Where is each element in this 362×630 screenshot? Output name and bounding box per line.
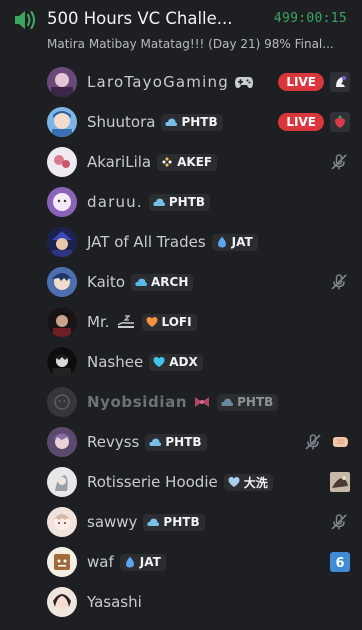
- member-name: waf: [87, 553, 114, 571]
- avatar[interactable]: [47, 187, 77, 217]
- member-name: Nyobsidian: [87, 393, 188, 411]
- server-tag[interactable]: AKEF: [157, 153, 218, 171]
- muted-microphone-icon: [331, 514, 347, 530]
- member-row[interactable]: Rotisserie Hoodie 大洗: [0, 462, 362, 502]
- server-tag-label: ARCH: [151, 275, 189, 289]
- member-name: Yasashi: [87, 593, 142, 611]
- live-badge[interactable]: LIVE: [278, 113, 324, 131]
- avatar[interactable]: [47, 147, 77, 177]
- member-row[interactable]: Yasashi: [0, 582, 362, 622]
- blue-drop-icon: [125, 556, 134, 568]
- server-tag-label: PHTB: [237, 395, 274, 409]
- member-row[interactable]: sawwy PHTB: [0, 502, 362, 542]
- server-tag[interactable]: ADX: [149, 353, 203, 371]
- blue-cloud-icon: [165, 118, 178, 126]
- server-tag-label: PHTB: [168, 195, 206, 209]
- channel-title[interactable]: 500 Hours VC Challe...: [47, 9, 233, 28]
- member-row[interactable]: daruu. PHTB: [0, 182, 362, 222]
- pink-bow-icon: [195, 397, 210, 407]
- muted-microphone-icon: [331, 154, 347, 170]
- server-tag[interactable]: PHTB: [145, 433, 207, 451]
- server-tag-label: ADX: [169, 355, 198, 369]
- server-tag-label: 大洗: [243, 475, 268, 490]
- blue-cloud-icon: [153, 198, 165, 206]
- server-tag[interactable]: JAT: [211, 233, 258, 251]
- gold-diamonds-icon: [162, 157, 173, 167]
- member-row[interactable]: Shuutora PHTB LIVE: [0, 102, 362, 142]
- blue-cloud-icon: [149, 438, 162, 446]
- avatar[interactable]: [47, 307, 77, 337]
- cyan-heart-icon: [153, 357, 165, 367]
- muted-microphone-icon: [305, 434, 321, 450]
- member-name: Revyss: [87, 433, 140, 451]
- member-name: Rotisserie Hoodie: [87, 473, 218, 491]
- member-name: JAT of All Trades: [87, 233, 206, 251]
- number-six-icon: 6: [330, 552, 350, 572]
- server-tag-label: PHTB: [163, 515, 200, 529]
- server-tag[interactable]: JAT: [119, 553, 166, 571]
- member-row[interactable]: Mr. LOFI: [0, 302, 362, 342]
- member-name: LaroTayoGaming: [87, 73, 229, 91]
- member-name: Nashee: [87, 353, 144, 371]
- member-name: Shuutora: [87, 113, 156, 131]
- avatar[interactable]: [47, 547, 77, 577]
- channel-status: Matira Matibay Matatag!!! (Day 21) 98% F…: [47, 37, 334, 51]
- server-tag-label: PHTB: [165, 435, 202, 449]
- avatar[interactable]: [47, 227, 77, 257]
- member-name: Kaito: [87, 273, 125, 291]
- avatar[interactable]: [47, 467, 77, 497]
- server-tag-label: AKEF: [177, 155, 213, 169]
- server-tag-label: JAT: [139, 555, 161, 569]
- member-row[interactable]: waf JAT 6: [0, 542, 362, 582]
- stream-preview-icon[interactable]: [330, 112, 350, 132]
- voice-member-list: LaroTayoGaming LIVE Shuutora PHTB LIVE A…: [0, 62, 362, 622]
- server-tag[interactable]: PHTB: [217, 393, 279, 411]
- live-badge[interactable]: LIVE: [278, 73, 324, 91]
- elapsed-timer: 499:00:15: [273, 11, 347, 26]
- member-row[interactable]: AkariLila AKEF: [0, 142, 362, 182]
- voice-speaker-icon: [15, 10, 36, 30]
- avatar[interactable]: [47, 387, 77, 417]
- blue-drop-icon: [217, 236, 226, 248]
- member-row[interactable]: Nashee ADX: [0, 342, 362, 382]
- server-tag[interactable]: LOFI: [141, 313, 197, 331]
- member-row[interactable]: Kaito ARCH: [0, 262, 362, 302]
- avatar[interactable]: [47, 427, 77, 457]
- server-tag[interactable]: PHTB: [161, 113, 223, 131]
- activity-image-icon[interactable]: [330, 472, 350, 492]
- server-tag-label: LOFI: [161, 315, 192, 329]
- sleeping-icon: [117, 315, 134, 328]
- avatar[interactable]: [47, 347, 77, 377]
- light-heart-icon: [228, 477, 240, 487]
- stream-preview-icon[interactable]: [330, 72, 350, 92]
- avatar[interactable]: [47, 267, 77, 297]
- blue-cloud-icon: [135, 278, 147, 286]
- channel-header: 500 Hours VC Challe... 499:00:15 Matira …: [0, 0, 362, 62]
- server-tag-label: PHTB: [181, 115, 218, 129]
- member-name: AkariLila: [87, 153, 152, 171]
- avatar[interactable]: [47, 67, 77, 97]
- server-tag[interactable]: PHTB: [148, 193, 211, 211]
- member-row[interactable]: Revyss PHTB: [0, 422, 362, 462]
- member-name: daruu.: [87, 193, 143, 211]
- orange-heart-icon: [145, 317, 158, 327]
- server-tag[interactable]: PHTB: [143, 513, 205, 531]
- member-row[interactable]: JAT of All Trades JAT: [0, 222, 362, 262]
- blue-cloud-icon: [221, 398, 234, 406]
- blue-cloud-icon: [147, 518, 160, 526]
- member-name: Mr.: [87, 313, 110, 331]
- fist-bump-icon: [333, 437, 348, 447]
- member-name: sawwy: [87, 513, 138, 531]
- avatar[interactable]: [47, 587, 77, 617]
- game-controller-icon: [234, 77, 253, 88]
- svg-text:6: 6: [335, 556, 344, 571]
- server-tag[interactable]: ARCH: [131, 273, 194, 291]
- server-tag-label: JAT: [231, 235, 253, 249]
- member-row[interactable]: LaroTayoGaming LIVE: [0, 62, 362, 102]
- avatar[interactable]: [47, 507, 77, 537]
- avatar[interactable]: [47, 107, 77, 137]
- server-tag[interactable]: 大洗: [223, 473, 273, 491]
- muted-microphone-icon: [331, 274, 347, 290]
- member-row[interactable]: Nyobsidian PHTB: [0, 382, 362, 422]
